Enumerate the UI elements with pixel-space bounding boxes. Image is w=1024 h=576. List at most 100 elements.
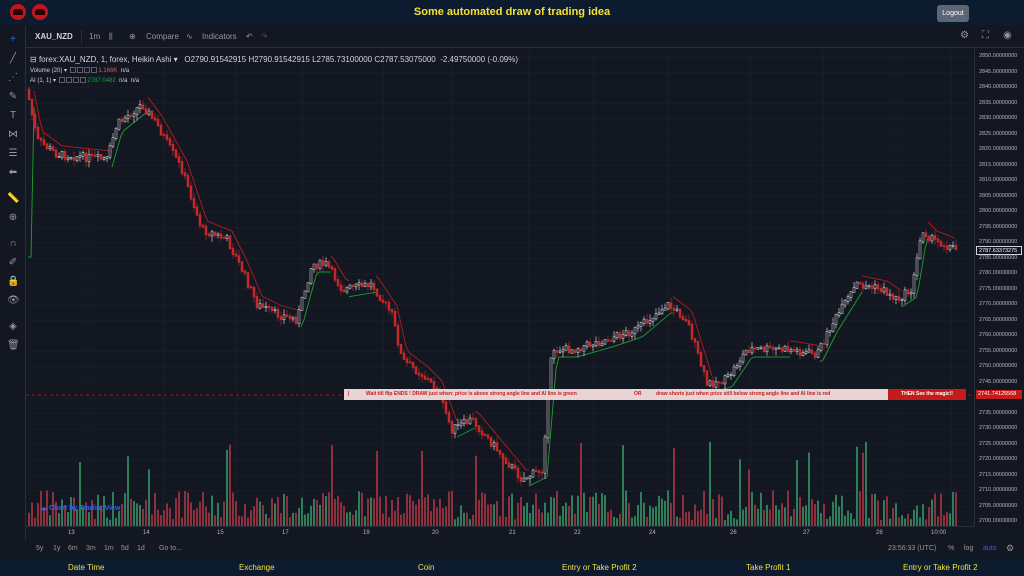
price-tick-label: 2730.00000000 [979, 425, 1018, 431]
indicators-icon[interactable]: ∿ [186, 32, 193, 41]
volume-bar [424, 497, 426, 526]
ai-line-segment [357, 294, 362, 296]
ai-line-segment [630, 339, 635, 342]
tradingview-watermark[interactable]: ☁ Chart by TradingView [40, 504, 120, 512]
fullscreen-icon[interactable]: ⛶ [982, 30, 989, 41]
trend-line-icon[interactable]: ╱ [7, 53, 19, 65]
settings-gear-icon[interactable]: ⚙ [960, 30, 969, 41]
column-take-profit-1[interactable]: Take Profit 1 [746, 563, 790, 572]
undo-icon[interactable]: ↶ [246, 32, 253, 41]
stay-in-drawing-icon[interactable]: ✐ [7, 257, 19, 269]
trading-idea-banner[interactable]: | Wait till flip ENDS ! DRAW just when: … [344, 389, 966, 400]
ai-line-segment [429, 368, 434, 373]
layers-icon[interactable]: ◈ [7, 321, 19, 333]
eye-icon[interactable] [69, 67, 76, 74]
candle [591, 344, 595, 347]
more-icon[interactable] [90, 67, 97, 74]
eye-icon[interactable]: 👁 [7, 295, 20, 307]
chart-canvas[interactable] [26, 49, 974, 526]
lock-icon[interactable]: 🔒 [7, 276, 19, 288]
camera-icon[interactable]: ◉ [1003, 30, 1012, 41]
ai-study-label[interactable]: AI (1, 1) [30, 78, 51, 84]
column-coin[interactable]: Coin [418, 563, 434, 572]
range-5y[interactable]: 5y [36, 545, 43, 552]
fib-icon[interactable]: ⋰ [7, 72, 19, 84]
volume-bar [196, 508, 198, 526]
collapse-icon[interactable]: ⊟ [30, 55, 37, 64]
volume-bar [364, 516, 366, 526]
column-exchange[interactable]: Exchange [239, 563, 275, 572]
candle [933, 234, 937, 240]
column-entry-tp2-b[interactable]: Entry or Take Profit 2 [903, 563, 978, 572]
candle [39, 137, 43, 141]
compare-icon[interactable]: ⊕ [129, 32, 136, 41]
symbol-search[interactable]: XAU_NZD [35, 32, 73, 41]
price-chart[interactable] [26, 49, 974, 526]
range-1y[interactable]: 1y [53, 545, 60, 552]
log-toggle[interactable]: log [964, 545, 973, 552]
dropdown-icon[interactable]: ▾ [174, 55, 178, 64]
volume-bar [37, 503, 39, 526]
settings-gear-icon[interactable]: ⚙ [1006, 543, 1014, 554]
volume-study-label[interactable]: Volume (20) [30, 68, 62, 74]
price-tick-label: 2805.00000000 [979, 192, 1018, 199]
candle [303, 290, 307, 299]
logout-button[interactable]: Logout [937, 5, 969, 22]
line-price-badge: 2741.74125568 [976, 390, 1022, 399]
range-1m[interactable]: 1m [104, 545, 114, 552]
ruler-icon[interactable]: 📏 [7, 193, 19, 205]
crosshair-icon[interactable]: + [7, 34, 19, 46]
text-icon[interactable]: T [7, 110, 19, 122]
trash-icon[interactable]: 🗑 [7, 340, 20, 352]
volume-bar [742, 509, 744, 526]
auto-toggle[interactable]: auto [983, 545, 997, 552]
percent-toggle[interactable]: % [948, 545, 954, 552]
magnet-icon[interactable]: ∩ [7, 238, 19, 250]
ai-line-segment [747, 358, 752, 364]
volume-bar [571, 495, 573, 526]
time-axis[interactable]: 13 14 15 17 19 20 21 22 24 26 27 28 10:00 [26, 526, 974, 540]
candle [207, 233, 211, 237]
redo-icon[interactable]: ↷ [261, 32, 268, 41]
pattern-icon[interactable]: ⋈ [7, 129, 19, 141]
settings-icon[interactable] [65, 77, 72, 84]
volume-bar [952, 491, 954, 526]
goto-button[interactable]: Go to... [159, 545, 182, 552]
candle [450, 420, 454, 434]
volume-bar [511, 493, 513, 526]
volume-bar [139, 504, 141, 526]
more-icon[interactable] [79, 77, 86, 84]
ai-line-segment [207, 220, 212, 224]
indicators-button[interactable]: Indicators [202, 32, 237, 41]
price-axis[interactable]: 2850.00000000 2845.00000000 2840.00000000 2… [974, 49, 1024, 526]
ai-line-segment [363, 293, 368, 295]
candle [534, 469, 538, 472]
volume-bar [517, 502, 519, 526]
range-1d[interactable]: 1d [137, 545, 145, 552]
candle [171, 143, 175, 152]
volume-bar [433, 499, 435, 526]
prediction-icon[interactable]: ☰ [7, 148, 19, 160]
interval-button[interactable]: 1m [89, 32, 100, 41]
range-3m[interactable]: 3m [86, 545, 96, 552]
range-5d[interactable]: 5d [121, 545, 129, 552]
column-date-time[interactable]: Date Time [68, 563, 104, 572]
close-icon[interactable] [83, 67, 90, 74]
price-tick-label: 2790.00000000 [979, 239, 1018, 245]
page-title: Some automated draw of trading idea [413, 6, 611, 18]
compare-button[interactable]: Compare [146, 32, 179, 41]
volume-bar [832, 501, 834, 526]
column-entry-tp2[interactable]: Entry or Take Profit 2 [562, 563, 637, 572]
back-arrow-icon[interactable]: ⬅ [7, 167, 19, 179]
range-6m[interactable]: 6m [68, 545, 78, 552]
eye-icon[interactable] [58, 77, 65, 84]
chart-type-icon[interactable]: ⫼ [109, 32, 113, 42]
utc-clock[interactable]: 23:56:33 (UTC) [888, 545, 936, 552]
candle [564, 345, 568, 351]
brush-icon[interactable]: ✎ [7, 91, 19, 103]
candle [81, 152, 85, 157]
zoom-in-icon[interactable]: ⊕ [7, 212, 19, 224]
ai-line-segment [30, 106, 35, 258]
close-icon[interactable] [72, 77, 79, 84]
settings-icon[interactable] [76, 67, 83, 74]
